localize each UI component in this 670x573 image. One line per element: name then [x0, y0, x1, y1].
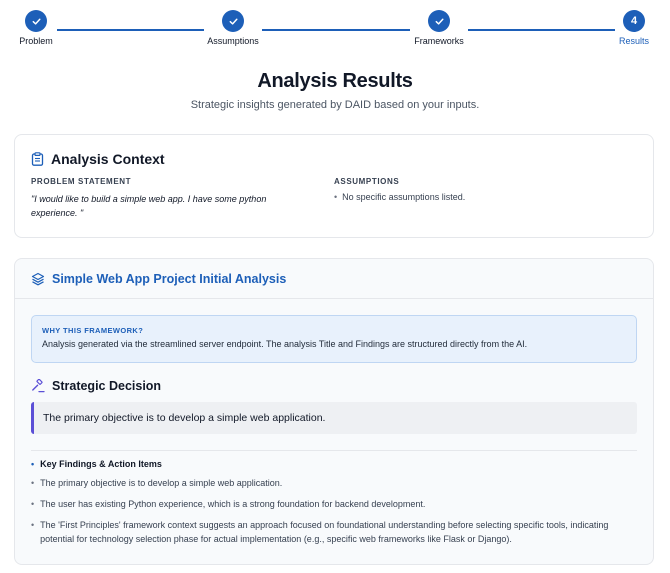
finding-text: The user has existing Python experience,… — [40, 499, 426, 509]
analysis-context-card: Analysis Context PROBLEM STATEMENT "I wo… — [14, 134, 654, 238]
layers-icon — [31, 272, 45, 285]
finding-text: The 'First Principles' framework context… — [40, 520, 609, 544]
strategic-decision-heading: Strategic Decision — [31, 379, 637, 393]
finding-item: • The user has existing Python experienc… — [31, 497, 637, 511]
context-header: Analysis Context — [31, 151, 637, 167]
framework-analysis-card: Simple Web App Project Initial Analysis … — [14, 258, 654, 565]
check-icon — [428, 10, 450, 32]
step-number: 4 — [623, 10, 645, 32]
step-results[interactable]: 4 Results — [614, 10, 654, 46]
progress-stepper: Problem Assumptions Frameworks 4 Results — [0, 0, 670, 52]
check-icon — [25, 10, 47, 32]
framework-header[interactable]: Simple Web App Project Initial Analysis — [15, 259, 653, 299]
step-frameworks[interactable]: Frameworks — [409, 10, 469, 46]
problem-statement-text: "I would like to build a simple web app.… — [31, 194, 267, 218]
context-title: Analysis Context — [51, 151, 165, 167]
check-icon — [222, 10, 244, 32]
why-framework-callout: WHY THIS FRAMEWORK? Analysis generated v… — [31, 315, 637, 363]
assumptions-heading: ASSUMPTIONS — [334, 177, 400, 186]
step-label: Frameworks — [414, 36, 464, 46]
section-divider — [31, 450, 637, 451]
why-framework-text: Analysis generated via the streamlined s… — [42, 339, 528, 349]
finding-item: • The 'First Principles' framework conte… — [31, 518, 637, 546]
step-label: Problem — [19, 36, 53, 46]
clipboard-icon — [31, 152, 44, 166]
finding-item: • The primary objective is to develop a … — [31, 476, 637, 490]
step-connector — [57, 29, 204, 31]
key-findings-title: Key Findings & Action Items — [40, 459, 162, 469]
step-assumptions[interactable]: Assumptions — [203, 10, 263, 46]
key-findings-list: • Key Findings & Action Items • The prim… — [31, 459, 637, 546]
gavel-icon — [32, 379, 45, 393]
why-framework-heading: WHY THIS FRAMEWORK? — [42, 326, 144, 335]
bullet-icon: • — [31, 459, 35, 469]
bullet-icon: • — [31, 478, 35, 488]
strategic-decision-title: Strategic Decision — [52, 379, 162, 393]
page-subtitle: Strategic insights generated by DAID bas… — [190, 99, 480, 111]
framework-title: Simple Web App Project Initial Analysis — [52, 271, 287, 286]
page-title: Analysis Results — [257, 70, 413, 92]
step-problem[interactable]: Problem — [14, 10, 58, 46]
finding-text: The primary objective is to develop a si… — [40, 478, 283, 488]
step-label: Assumptions — [207, 36, 259, 46]
assumption-item: No specific assumptions listed. — [334, 192, 637, 202]
bullet-icon: • — [31, 499, 35, 509]
step-connector — [262, 29, 410, 31]
key-findings-heading: • Key Findings & Action Items — [31, 459, 637, 469]
step-label: Results — [618, 36, 649, 46]
problem-statement-section: PROBLEM STATEMENT "I would like to build… — [31, 177, 334, 220]
step-connector — [468, 29, 615, 31]
assumptions-section: ASSUMPTIONS No specific assumptions list… — [334, 177, 637, 220]
strategic-decision-text: The primary objective is to develop a si… — [31, 402, 637, 434]
bullet-icon: • — [31, 520, 35, 530]
problem-statement-heading: PROBLEM STATEMENT — [31, 177, 132, 186]
